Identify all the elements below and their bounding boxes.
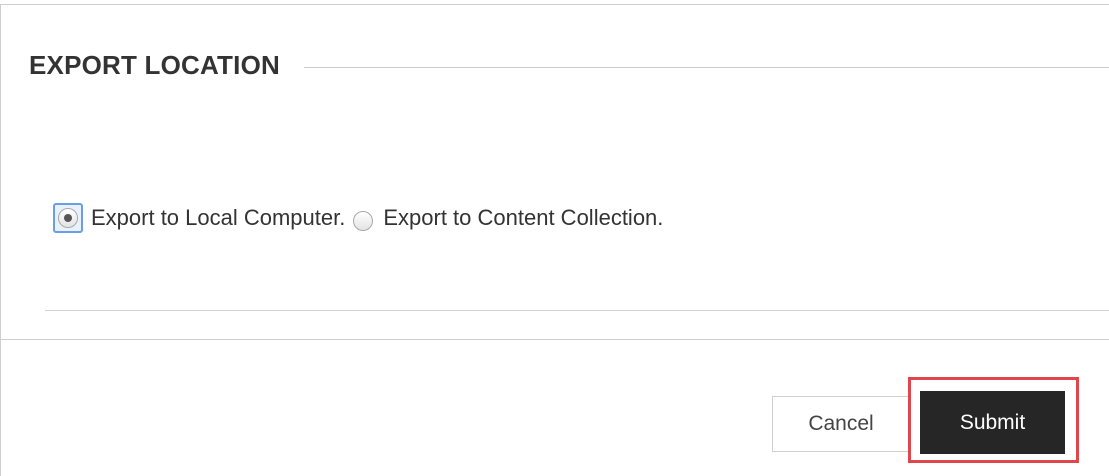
export-location-radio-group: Export to Local Computer. Export to Cont… <box>53 203 663 233</box>
radio-export-local-label: Export to Local Computer. <box>91 205 346 230</box>
section-divider <box>303 67 1109 68</box>
options-divider <box>45 310 1109 311</box>
radio-focus-ring <box>53 203 83 233</box>
section-header: EXPORT LOCATION <box>29 50 1109 81</box>
radio-checked-icon[interactable] <box>58 208 78 228</box>
radio-export-content-collection[interactable]: Export to Content Collection. <box>345 205 663 231</box>
radio-unchecked-icon[interactable] <box>353 211 374 231</box>
radio-export-local[interactable]: Export to Local Computer. <box>53 203 345 233</box>
radio-export-content-collection-label: Export to Content Collection. <box>383 205 664 230</box>
footer-divider <box>0 339 1109 340</box>
cancel-button[interactable]: Cancel <box>772 396 910 452</box>
submit-button[interactable]: Submit <box>920 391 1065 454</box>
section-title: EXPORT LOCATION <box>29 50 280 80</box>
